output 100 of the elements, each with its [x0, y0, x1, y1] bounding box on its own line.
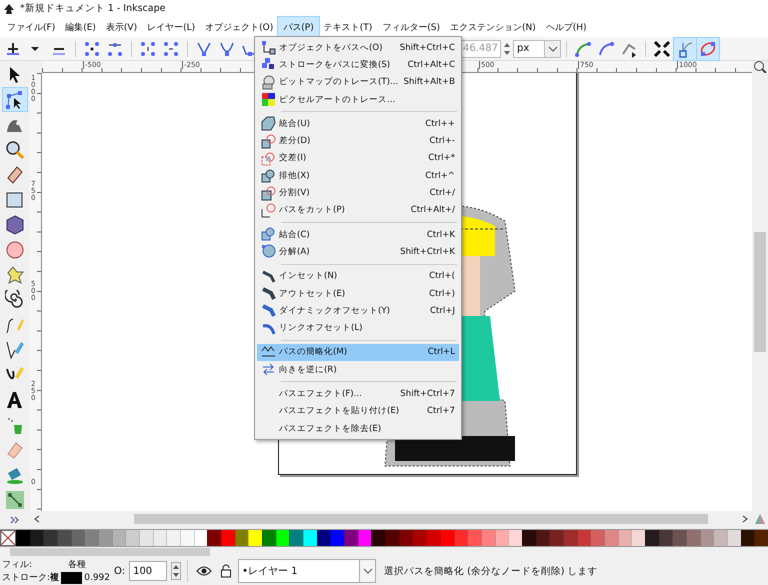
- color-swatch[interactable]: [590, 530, 604, 546]
- menu-item[interactable]: ファイル(F): [2, 17, 60, 37]
- text-icon[interactable]: [5, 390, 25, 410]
- rectangle-icon[interactable]: [5, 190, 25, 210]
- color-swatch[interactable]: [713, 530, 727, 546]
- menu-item[interactable]: 編集(E): [60, 17, 101, 37]
- menu-item[interactable]: 表示(V): [100, 17, 142, 37]
- color-swatch[interactable]: [16, 530, 30, 546]
- spiral-icon[interactable]: [5, 290, 25, 310]
- color-manage-icon[interactable]: [752, 513, 768, 525]
- menu-item[interactable]: レイヤー(L): [142, 17, 200, 37]
- menu-entry[interactable]: 分割(V) Ctrl+/: [257, 184, 459, 202]
- color-swatch[interactable]: [276, 530, 290, 546]
- color-swatch[interactable]: [358, 530, 372, 546]
- menu-entry[interactable]: アウトセット(E) Ctrl+): [257, 284, 459, 302]
- color-swatch[interactable]: [700, 530, 714, 546]
- color-swatch[interactable]: [618, 530, 632, 546]
- menu-entry[interactable]: オブジェクトをパスへ(O) Shift+Ctrl+C: [257, 39, 459, 56]
- color-swatch[interactable]: [289, 530, 304, 546]
- color-swatch[interactable]: [631, 530, 645, 546]
- color-swatch[interactable]: [139, 530, 153, 546]
- show-outline-icon[interactable]: [699, 40, 717, 58]
- join-segment-icon[interactable]: [139, 40, 157, 58]
- color-swatch[interactable]: [754, 530, 768, 546]
- color-swatch[interactable]: [180, 530, 194, 546]
- layer-dropdown[interactable]: •レイヤー 1: [238, 559, 376, 583]
- padlock-icon[interactable]: [220, 564, 232, 578]
- no-color-swatch[interactable]: [0, 530, 16, 546]
- color-swatch[interactable]: [604, 530, 618, 546]
- path-effect-icon[interactable]: [574, 40, 592, 58]
- menu-entry[interactable]: インセット(N) Ctrl+(: [257, 268, 459, 285]
- color-swatch[interactable]: [98, 530, 112, 546]
- color-swatch[interactable]: [480, 530, 495, 546]
- color-swatch[interactable]: [344, 530, 358, 546]
- color-swatch[interactable]: [303, 530, 317, 546]
- color-swatch[interactable]: [371, 530, 386, 546]
- menu-item[interactable]: エクステンション(N): [445, 17, 541, 37]
- menu-entry[interactable]: ビットマップのトレース(T)... Shift+Alt+B: [257, 74, 459, 91]
- unit-dropdown[interactable]: px: [513, 40, 561, 58]
- menu-entry[interactable]: リンクオフセット(L): [257, 319, 459, 337]
- color-swatch[interactable]: [522, 530, 536, 546]
- color-swatch[interactable]: [562, 530, 577, 546]
- color-swatch[interactable]: [70, 530, 84, 546]
- menu-entry[interactable]: 交差(I) Ctrl+*: [257, 150, 459, 168]
- menu-entry[interactable]: パスをカット(P) Ctrl+Alt+/: [257, 202, 459, 219]
- menu-entry[interactable]: ピクセルアートのトレース...: [257, 90, 459, 108]
- horizontal-scrollbar[interactable]: [134, 514, 708, 524]
- menu-entry[interactable]: 差分(D) Ctrl+-: [257, 132, 459, 150]
- vertical-scrollbar[interactable]: [754, 232, 766, 352]
- menu-entry[interactable]: 排他(X) Ctrl+^: [257, 167, 459, 184]
- color-swatch[interactable]: [30, 530, 44, 546]
- menu-entry[interactable]: パスエフェクト(F)... Shift+Ctrl+7: [257, 385, 459, 403]
- menu-item[interactable]: フィルター(S): [377, 17, 445, 37]
- color-swatch[interactable]: [194, 530, 208, 546]
- menu-item[interactable]: オブジェクト(O): [200, 17, 278, 37]
- menu-entry[interactable]: パスエフェクトを除去(E): [257, 420, 459, 438]
- delete-segment-icon[interactable]: [162, 40, 180, 58]
- color-swatch[interactable]: [43, 530, 58, 546]
- spinner-icon[interactable]: [171, 562, 182, 580]
- menu-entry[interactable]: 分解(A) Shift+Ctrl+K: [257, 243, 459, 261]
- color-swatch[interactable]: [508, 530, 522, 546]
- menu-entry[interactable]: 結合(C) Ctrl+K: [257, 226, 459, 244]
- color-swatch[interactable]: [412, 530, 426, 546]
- menu-entry[interactable]: ストロークをパスに変換(S) Ctrl+Alt+C: [257, 56, 459, 74]
- color-swatch[interactable]: [672, 530, 686, 546]
- color-swatch[interactable]: [426, 530, 440, 546]
- menu-entry[interactable]: 向きを逆に(R): [257, 361, 459, 378]
- color-swatch[interactable]: [494, 530, 508, 546]
- palette-scrollbar[interactable]: [10, 548, 210, 556]
- color-swatch[interactable]: [112, 530, 126, 546]
- color-swatch[interactable]: [57, 530, 71, 546]
- join-nodes-icon[interactable]: [83, 40, 101, 58]
- color-swatch[interactable]: [207, 530, 222, 546]
- node-edit-icon[interactable]: [5, 90, 25, 110]
- color-swatch[interactable]: [740, 530, 754, 546]
- cube-icon[interactable]: [5, 214, 25, 234]
- menu-item[interactable]: ヘルプ(H): [540, 17, 592, 37]
- color-swatch[interactable]: [234, 530, 248, 546]
- color-swatch[interactable]: [644, 530, 659, 546]
- menu-item[interactable]: パス(P): [278, 17, 319, 37]
- color-swatch[interactable]: [84, 530, 98, 546]
- star-icon[interactable]: [5, 264, 25, 284]
- color-swatch[interactable]: [686, 530, 700, 546]
- color-swatch[interactable]: [549, 530, 563, 546]
- color-swatch[interactable]: [726, 530, 741, 546]
- color-swatch[interactable]: [262, 530, 276, 546]
- connector-icon[interactable]: [5, 490, 25, 510]
- opacity-field[interactable]: 100: [129, 561, 168, 581]
- spinner-icon[interactable]: [503, 40, 511, 56]
- menu-entry[interactable]: ダイナミックオフセット(Y) Ctrl+J: [257, 302, 459, 320]
- transform-handles-icon[interactable]: [653, 40, 671, 58]
- color-swatch[interactable]: [440, 530, 454, 546]
- color-swatch[interactable]: [454, 530, 468, 546]
- color-swatch[interactable]: [248, 530, 262, 546]
- menu-entry[interactable]: 統合(U) Ctrl++: [257, 115, 459, 132]
- pen-icon[interactable]: [5, 340, 25, 360]
- color-swatch[interactable]: [125, 530, 140, 546]
- ruler-icon[interactable]: [5, 164, 25, 184]
- menu-item[interactable]: テキスト(T): [318, 17, 378, 37]
- color-swatch[interactable]: [221, 530, 235, 546]
